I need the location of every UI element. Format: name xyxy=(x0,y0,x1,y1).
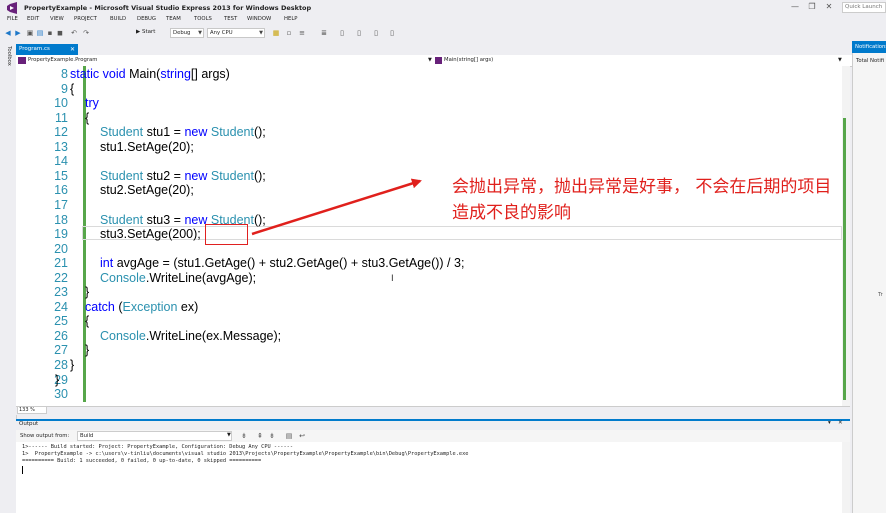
output-caret xyxy=(22,466,23,474)
notifications-total: Total Notifi xyxy=(856,58,885,64)
output-panel-title: Output xyxy=(19,421,39,427)
notifications-panel xyxy=(852,41,886,513)
word-wrap-icon[interactable]: ↩ xyxy=(298,432,306,440)
next-message-icon[interactable]: ⇟ xyxy=(268,432,276,440)
output-scrollbar[interactable] xyxy=(842,442,850,513)
notifications-side-text: Tr xyxy=(878,292,883,298)
editor-status-strip xyxy=(16,406,850,415)
prev-message-icon[interactable]: ⇞ xyxy=(256,432,264,440)
output-line: ========== Build: 1 succeeded, 0 failed,… xyxy=(22,458,262,464)
scrollbar-change-marker xyxy=(843,118,846,400)
pin-icon[interactable]: ▾ xyxy=(828,420,831,426)
output-source-select[interactable]: Build xyxy=(77,431,232,441)
chevron-down-icon[interactable]: ▼ xyxy=(227,432,231,438)
text-cursor-icon: I xyxy=(391,274,394,284)
find-message-icon[interactable]: ⇟ xyxy=(240,432,248,440)
notifications-title[interactable]: Notifications xyxy=(852,41,886,53)
show-output-from-label: Show output from: xyxy=(20,433,70,439)
output-line: 1>------ Build started: Project: Propert… xyxy=(22,444,294,450)
annotation-note: 会抛出异常，抛出异常是好事， 不会在后期的项目 造成不良的影响 xyxy=(452,177,832,223)
output-line: 1> PropertyExample -> c:\users\v-tinliu\… xyxy=(22,451,469,457)
zoom-select[interactable]: 133 % xyxy=(17,406,47,414)
close-panel-icon[interactable]: ✕ xyxy=(838,420,843,426)
clear-all-icon[interactable]: ▤ xyxy=(285,432,293,440)
